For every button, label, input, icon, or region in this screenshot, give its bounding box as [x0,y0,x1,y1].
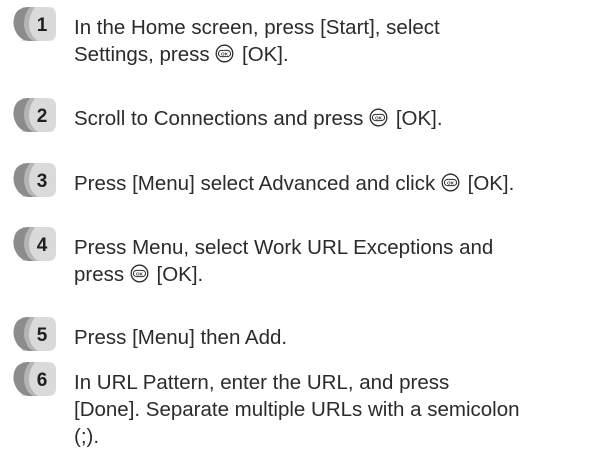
step-line-prefix: Press [Menu] select Advanced and click [74,172,441,195]
ok-button-icon: OK [215,44,234,63]
step-5-text: Press [Menu] then Add. [74,324,594,351]
step-line: press OK [OK]. [74,261,594,288]
instruction-steps: 1 In the Home screen, press [Start], sel… [0,0,595,448]
ok-button-icon: OK [130,264,149,283]
step-6-text: In URL Pattern, enter the URL, and press… [74,369,594,450]
step-line: Scroll to Connections and press OK [OK]. [74,105,594,132]
step-line-prefix: Scroll to Connections and press [74,107,370,130]
step-line: Press [Menu] select Advanced and click O… [74,170,594,197]
step-4-text: Press Menu, select Work URL Exceptions a… [74,234,594,288]
step-number: 5 [37,325,48,346]
step-line: Settings, press OK [OK]. [74,41,594,68]
step-number-badge-icon: 6 [8,359,60,399]
step-number-badge-icon: 3 [8,160,60,200]
step-number: 6 [37,370,48,391]
svg-text:OK: OK [221,51,229,56]
step-2-text: Scroll to Connections and press OK [OK]. [74,105,594,132]
svg-text:OK: OK [375,115,383,120]
step-number-badge-icon: 5 [8,314,60,354]
step-line: Press [Menu] then Add. [74,326,288,349]
step-number: 4 [37,235,48,256]
step-line: Press Menu, select Work URL Exceptions a… [74,236,494,259]
step-number-badge-icon: 1 [8,4,60,44]
ok-button-icon: OK [369,108,388,127]
step-number: 1 [37,15,48,36]
step-line-prefix: Settings, press [74,43,216,66]
step-1-text: In the Home screen, press [Start], selec… [74,14,594,68]
step-line-prefix: press [74,263,130,286]
step-line-suffix: [OK]. [236,43,289,66]
step-line: (;). [74,425,100,448]
step-number-badge-icon: 2 [8,95,60,135]
svg-text:OK: OK [447,180,455,185]
step-3-text: Press [Menu] select Advanced and click O… [74,170,594,197]
step-line-suffix: [OK]. [390,107,443,130]
step-line: In the Home screen, press [Start], selec… [74,16,440,39]
step-number-badge-icon: 4 [8,224,60,264]
step-line: In URL Pattern, enter the URL, and press [74,371,450,394]
step-number: 3 [37,171,48,192]
step-line: [Done]. Separate multiple URLs with a se… [74,398,520,421]
svg-text:OK: OK [136,271,144,276]
step-line-suffix: [OK]. [461,172,515,195]
step-line-suffix: [OK]. [150,263,204,286]
step-number: 2 [37,106,48,127]
ok-button-icon: OK [441,173,460,192]
